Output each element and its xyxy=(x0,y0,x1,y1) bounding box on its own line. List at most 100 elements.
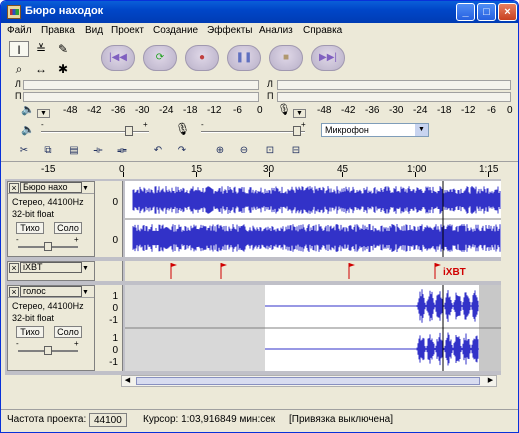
menu-analyze[interactable]: Анализ xyxy=(259,25,293,36)
horizontal-scrollbar[interactable]: ◀ ▶ xyxy=(121,375,497,387)
label-flag[interactable] xyxy=(220,263,227,279)
play-button[interactable]: ⟳ xyxy=(143,45,177,71)
label-flag[interactable] xyxy=(348,263,355,279)
ruler-tick xyxy=(488,172,489,177)
scale-tick: -30 xyxy=(389,105,404,116)
mute-button[interactable]: Тихо xyxy=(16,222,44,234)
input-slider-minus: - xyxy=(201,120,204,129)
menu-generate[interactable]: Создание xyxy=(153,25,198,36)
project-rate-input[interactable]: 44100 xyxy=(89,413,127,427)
output-volume-icon: 🔈 xyxy=(21,124,35,136)
zoom-out-icon[interactable]: ⊖ xyxy=(235,143,253,159)
label-track-area[interactable]: iXBT xyxy=(125,261,501,281)
menu-effects[interactable]: Эффекты xyxy=(207,25,252,36)
input-volume-thumb[interactable] xyxy=(293,126,301,136)
track-panel-audio2[interactable]: × голос ▼ Стерео, 44100Hz 32-bit float Т… xyxy=(7,285,95,371)
track-panel-audio1[interactable]: × Бюро нахо ▼ Стерео, 44100Hz 32-bit flo… xyxy=(7,181,95,257)
scale-label: -1 xyxy=(109,357,118,368)
track-close-button[interactable]: × xyxy=(9,263,19,273)
skip-to-end-button[interactable]: ▶▶| xyxy=(311,45,345,71)
record-button[interactable]: ● xyxy=(185,45,219,71)
chevron-down-icon[interactable]: ▼ xyxy=(82,185,89,192)
silence-icon[interactable]: ⟚ xyxy=(113,143,131,159)
minimize-button[interactable]: _ xyxy=(456,3,475,21)
title-bar[interactable]: Бюро находок _ □ × xyxy=(1,1,518,23)
menu-view[interactable]: Вид xyxy=(85,25,103,36)
multi-tool-icon[interactable]: ✱ xyxy=(53,61,73,77)
chevron-down-icon[interactable]: ▼ xyxy=(82,265,89,272)
waveform-audio2[interactable] xyxy=(125,285,501,371)
fit-selection-icon[interactable]: ⊡ xyxy=(261,143,279,159)
scale-label: 1 xyxy=(112,291,118,302)
menu-project[interactable]: Проект xyxy=(111,25,144,36)
output-volume-thumb[interactable] xyxy=(125,126,133,136)
scale-tick: -24 xyxy=(413,105,428,116)
solo-button[interactable]: Соло xyxy=(54,326,82,338)
track-name-menu[interactable]: iXBT xyxy=(20,262,82,273)
project-rate-label: Частота проекта: xyxy=(7,414,87,425)
playback-meter-menu[interactable]: ▼ xyxy=(37,109,50,118)
track-name-menu[interactable]: голос xyxy=(20,286,82,297)
gain-slider-thumb[interactable] xyxy=(44,346,52,355)
input-volume-slider[interactable] xyxy=(201,131,305,133)
scroll-thumb[interactable] xyxy=(136,377,480,385)
timeshift-tool-icon[interactable]: ↔ xyxy=(31,61,51,77)
input-source-select[interactable]: Микрофон ▼ xyxy=(321,123,429,137)
paste-icon[interactable]: ▤ xyxy=(65,143,83,159)
menu-help[interactable]: Справка xyxy=(303,25,342,36)
scale-label: 0 xyxy=(112,197,118,208)
pan-minus: - xyxy=(16,235,19,244)
close-button[interactable]: × xyxy=(498,3,517,21)
timeline-ruler[interactable]: -15 0 15 30 45 1:00 1:15 xyxy=(1,161,518,177)
menu-file[interactable]: Файл xyxy=(7,25,32,36)
speaker-icon[interactable]: 🔈 xyxy=(21,103,35,116)
label-text[interactable]: iXBT xyxy=(443,267,466,278)
cursor-position: Курсор: 1:03,916849 мин:сек xyxy=(143,414,276,425)
output-slider-minus: - xyxy=(41,120,44,129)
envelope-tool-icon[interactable]: ≚ xyxy=(31,41,51,57)
chevron-down-icon[interactable]: ▼ xyxy=(415,124,428,136)
skip-to-start-button[interactable]: |◀◀ xyxy=(101,45,135,71)
draw-tool-icon[interactable]: ✎ xyxy=(53,41,73,57)
maximize-button[interactable]: □ xyxy=(477,3,496,21)
scroll-left-arrow[interactable]: ◀ xyxy=(122,376,133,386)
ruler-tick xyxy=(269,172,270,177)
track-name-menu[interactable]: Бюро нахо xyxy=(20,182,82,193)
trim-icon[interactable]: ⟛ xyxy=(89,143,107,159)
fit-project-icon[interactable]: ⊟ xyxy=(287,143,305,159)
gain-slider-thumb[interactable] xyxy=(44,242,52,251)
output-slider-plus: + xyxy=(143,120,148,129)
ruler-tick xyxy=(342,172,343,177)
undo-icon[interactable]: ↶ xyxy=(149,143,167,159)
zoom-in-icon[interactable]: ⊕ xyxy=(211,143,229,159)
track-panel-label[interactable]: × iXBT ▼ xyxy=(7,261,95,281)
scale-tick: -48 xyxy=(317,105,332,116)
scale-tick: 0 xyxy=(257,105,263,116)
cut-icon[interactable]: ✂ xyxy=(15,143,33,159)
record-meter-left-bar xyxy=(277,80,511,90)
ruler-tick xyxy=(123,172,124,177)
scroll-right-arrow[interactable]: ▶ xyxy=(485,376,496,386)
copy-icon[interactable]: ⧉ xyxy=(39,143,57,159)
menu-edit[interactable]: Правка xyxy=(41,25,75,36)
track-vertical-scale: 1 0 -1 1 0 -1 xyxy=(95,285,123,371)
selection-tool-icon[interactable]: I xyxy=(9,41,29,57)
stop-button[interactable]: ■ xyxy=(269,45,303,71)
label-flag[interactable] xyxy=(170,263,177,279)
tools-toolbar: I ≚ ✎ ⌕ ↔ ✱ xyxy=(9,41,89,79)
solo-button[interactable]: Соло xyxy=(54,222,82,234)
track-close-button[interactable]: × xyxy=(9,183,19,193)
microphone-icon[interactable]: 🎙 xyxy=(277,103,291,116)
waveform-audio1[interactable] xyxy=(125,181,501,257)
label-flag[interactable] xyxy=(434,263,441,279)
chevron-down-icon[interactable]: ▼ xyxy=(82,289,89,296)
zoom-tool-icon[interactable]: ⌕ xyxy=(9,61,29,77)
playback-meter-left-bar xyxy=(23,80,259,90)
redo-icon[interactable]: ↷ xyxy=(173,143,191,159)
record-meter-menu[interactable]: ▼ xyxy=(293,109,306,118)
mute-button[interactable]: Тихо xyxy=(16,326,44,338)
scale-tick: -6 xyxy=(233,105,242,116)
pause-button[interactable]: ❚❚ xyxy=(227,45,261,71)
track-close-button[interactable]: × xyxy=(9,287,19,297)
playback-meter: Л П xyxy=(5,79,263,109)
